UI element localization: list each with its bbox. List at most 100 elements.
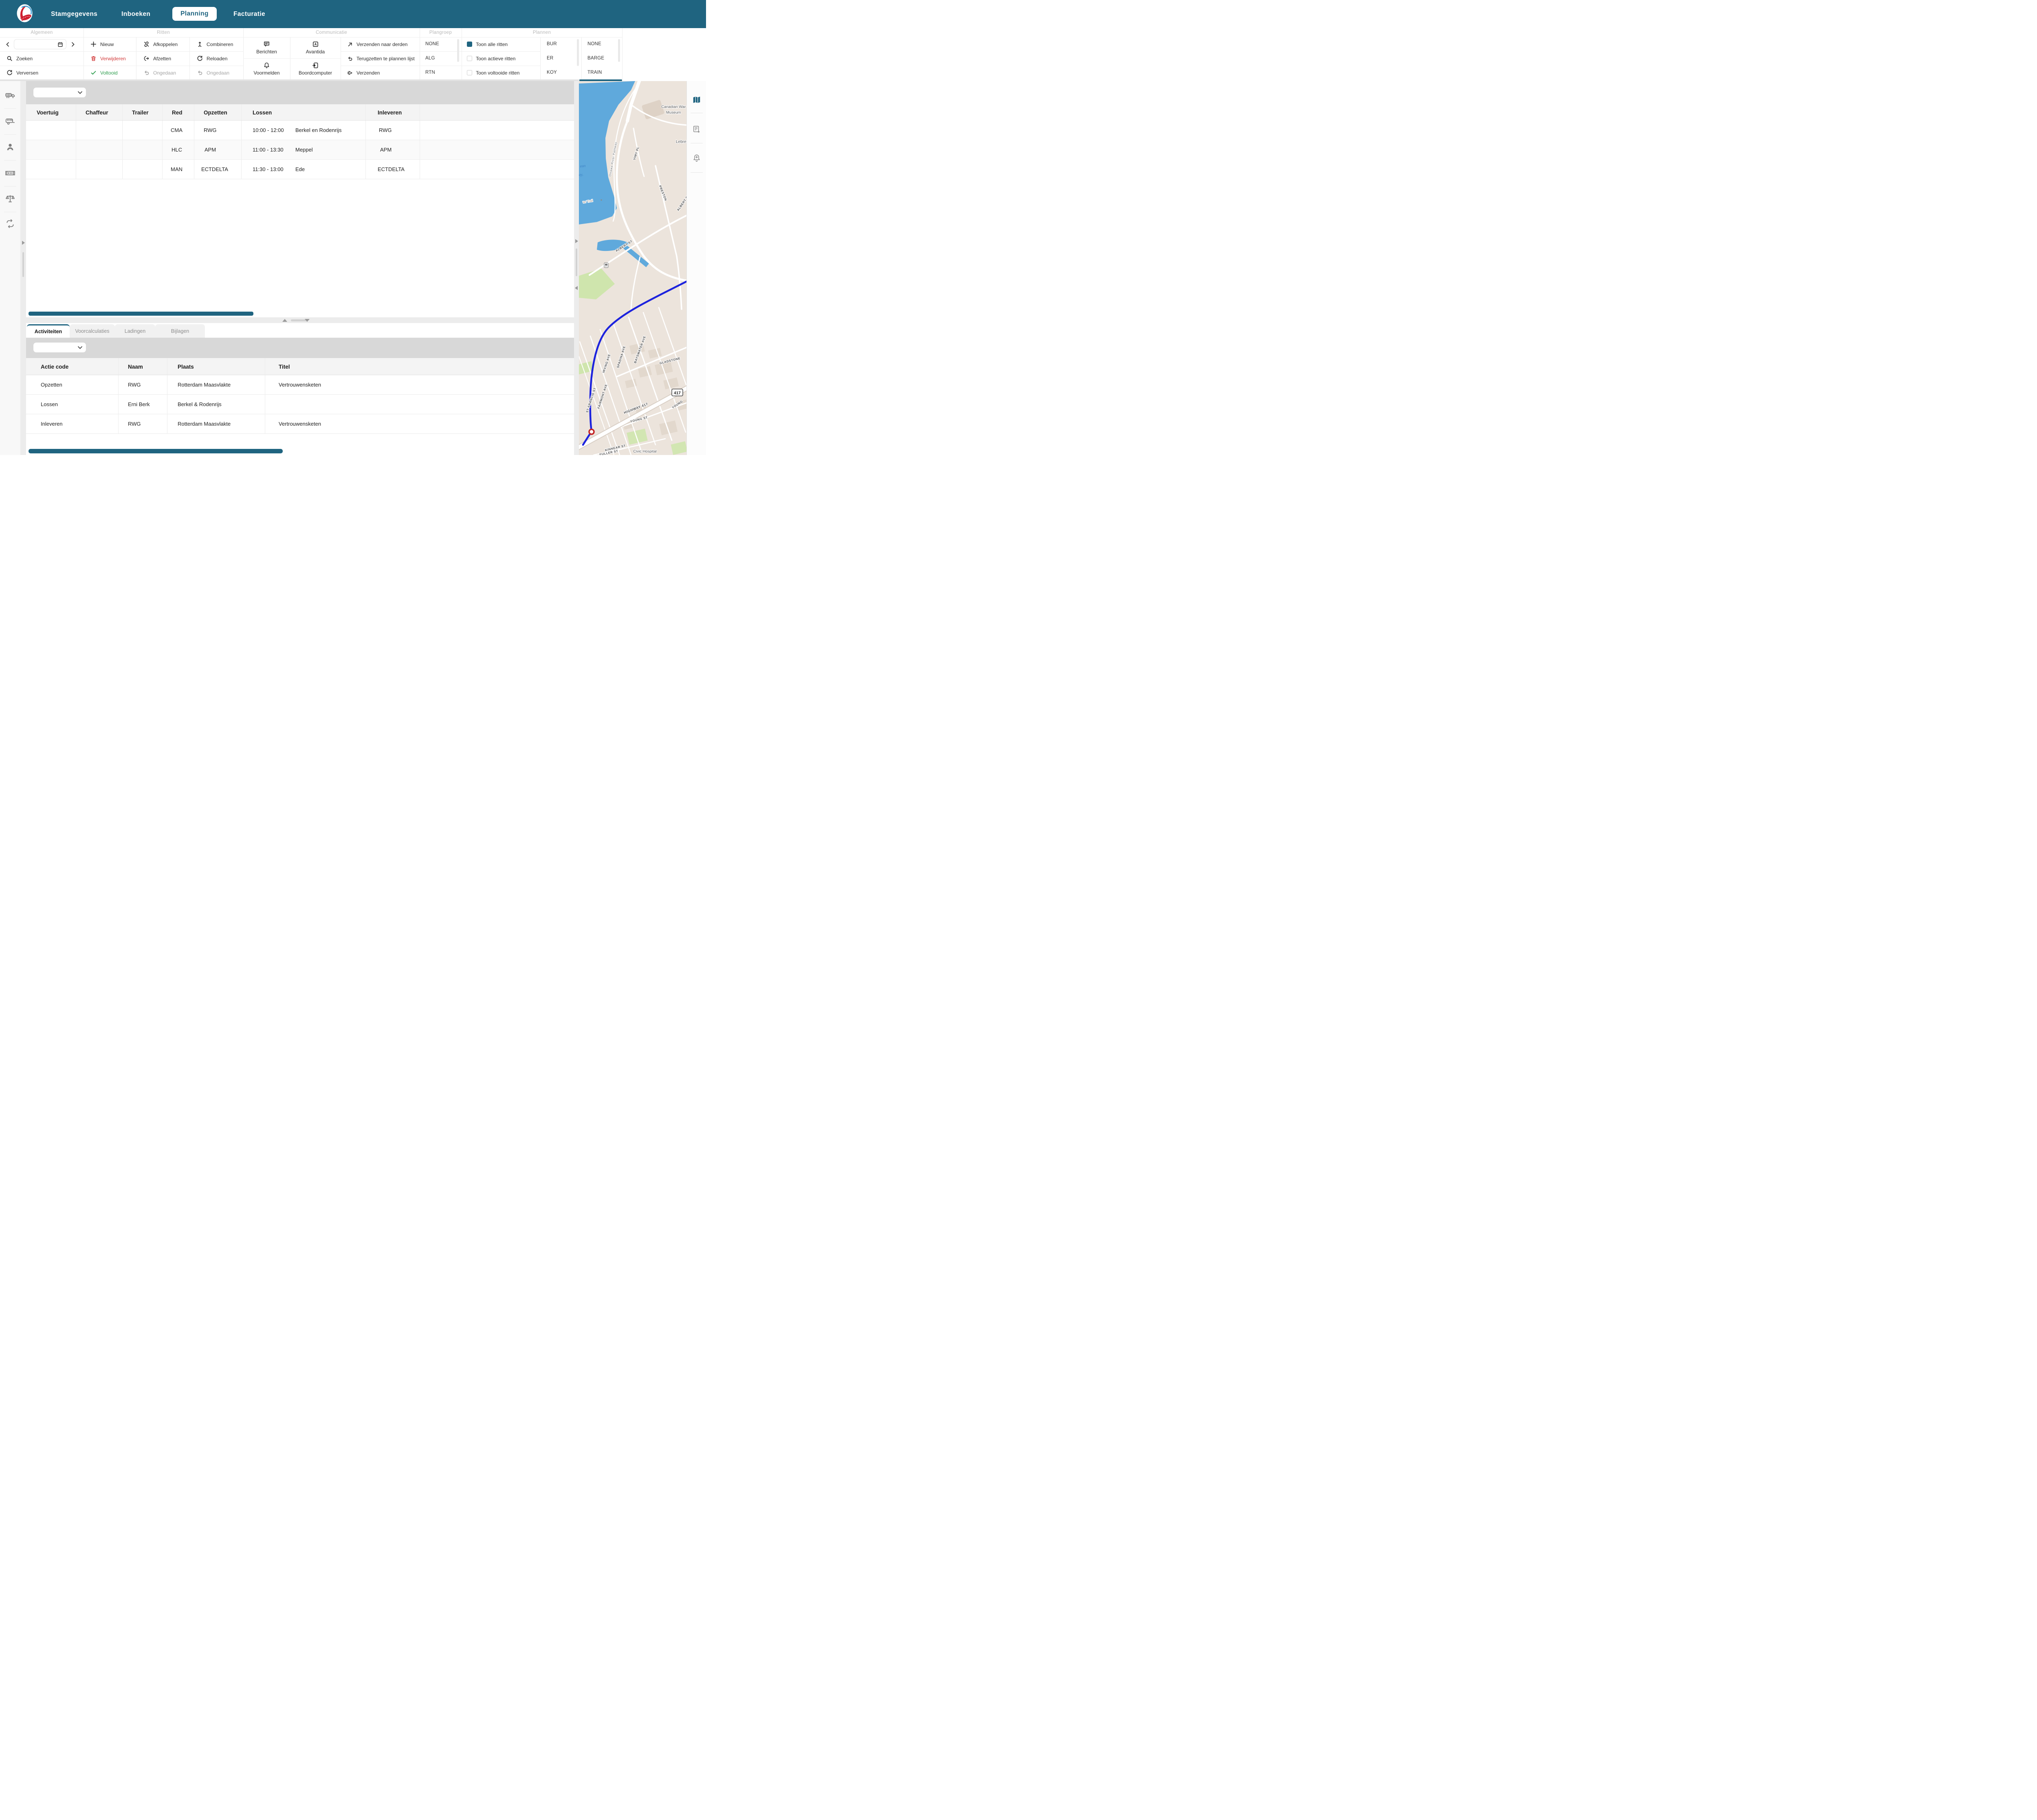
planning-filter-dropdown[interactable]: [33, 88, 86, 97]
voormelden-button[interactable]: Voormelden: [243, 58, 290, 79]
expand-left-panel-icon[interactable]: [22, 241, 25, 245]
chevron-down-icon: [78, 91, 82, 94]
cell-red: CMA: [171, 121, 183, 140]
planning-row-3[interactable]: MAN ECTDELTA 11:30 - 13:00 Ede ECTDELTA: [26, 160, 574, 179]
order-list-add-icon[interactable]: [692, 125, 701, 134]
activity-row-3[interactable]: Inleveren RWG Rotterdam Maasvlakte Vertr…: [26, 414, 574, 434]
planning-row-2[interactable]: HLC APM 11:00 - 13:30 Meppel APM: [26, 140, 574, 160]
notification-add-icon[interactable]: [692, 154, 701, 163]
prev-date-icon[interactable]: [5, 42, 10, 47]
col-titel: Titel: [279, 358, 290, 375]
planning-hscroll-thumb[interactable]: [29, 312, 253, 316]
combineren-button[interactable]: Combineren: [197, 37, 233, 51]
boordcomputer-button[interactable]: Boordcomputer: [290, 58, 341, 79]
map-canvas[interactable]: 417 Ottawa River Pathway VIMY PL PRESTON…: [579, 81, 686, 455]
berichten-button[interactable]: Berichten: [243, 37, 290, 58]
bell-icon: [263, 62, 270, 69]
col-opzetten: Opzetten: [204, 104, 227, 121]
voltooid-button[interactable]: Voltooid: [90, 66, 118, 80]
ongedaan-button-2[interactable]: Ongedaan: [197, 66, 229, 80]
cell-plaats: Berkel & Rodenrijs: [178, 395, 222, 414]
terugzetten-button[interactable]: Terugzetten te plannen lijst: [347, 51, 415, 66]
ongedaan-button-1[interactable]: Ongedaan: [143, 66, 176, 80]
plannen-modal-train[interactable]: TRAIN: [587, 70, 602, 75]
nav-item-stamgegevens[interactable]: Stamgegevens: [51, 0, 97, 28]
cell-lossen-plaats: Berkel en Rodenrijs: [295, 121, 341, 140]
toon-alle-ritten-checkbox[interactable]: [467, 42, 472, 47]
afkoppelen-button[interactable]: Afkoppelen: [143, 37, 178, 51]
ribbon-group-ritten: Ritten: [84, 28, 243, 37]
return-icon: [347, 56, 353, 62]
cell-lossen-plaats: Ede: [295, 160, 305, 179]
plangroep-item-none[interactable]: NONE: [425, 42, 439, 46]
reloaden-button[interactable]: Reloaden: [197, 51, 227, 66]
map-splitter-handle[interactable]: [576, 248, 577, 276]
col-trailer: Trailer: [132, 104, 149, 121]
swap-icon[interactable]: [5, 218, 15, 229]
nav-item-inboeken[interactable]: Inboeken: [121, 0, 150, 28]
tab-bijlagen[interactable]: Bijlagen: [155, 324, 205, 338]
cell-titel: Vertrouwensketen: [279, 414, 321, 433]
activity-row-1[interactable]: Opzetten RWG Rotterdam Maasvlakte Vertro…: [26, 375, 574, 395]
detail-filter-dropdown[interactable]: [33, 343, 86, 352]
avantida-button[interactable]: A Avantida: [290, 37, 341, 58]
map-splitter[interactable]: [574, 81, 579, 455]
cell-naam: RWG: [128, 414, 141, 433]
container-icon[interactable]: [5, 168, 15, 178]
toon-alle-ritten-label: Toon alle ritten: [476, 42, 508, 47]
plangroep-item-rtn[interactable]: RTN: [425, 70, 435, 75]
collapse-down-icon[interactable]: [305, 319, 310, 322]
label-water-frag2: ay,: [579, 173, 583, 177]
date-input[interactable]: [14, 39, 66, 49]
trailer-icon[interactable]: [5, 116, 15, 127]
left-splitter-handle[interactable]: [22, 252, 24, 277]
toon-actieve-ritten-checkbox[interactable]: [467, 56, 472, 61]
plannen-groep-scrollbar[interactable]: [577, 39, 579, 66]
nav-item-planning-active[interactable]: Planning: [172, 7, 217, 21]
activities-hscroll-thumb[interactable]: [29, 449, 283, 453]
plannen-modal-barge[interactable]: BARGE: [587, 56, 604, 61]
expand-map-icon[interactable]: [575, 239, 578, 243]
nav-item-facturatie[interactable]: Facturatie: [233, 0, 265, 28]
tab-activiteiten[interactable]: Activiteiten: [27, 324, 70, 338]
plannen-modal-none[interactable]: NONE: [587, 42, 601, 46]
tab-voorcalculaties[interactable]: Voorcalculaties: [70, 324, 115, 338]
nieuw-button[interactable]: Nieuw: [90, 37, 114, 51]
route-end-marker[interactable]: [589, 429, 594, 434]
plangroep-scrollbar[interactable]: [457, 39, 459, 62]
verwijderen-button[interactable]: Verwijderen: [90, 51, 126, 66]
cell-inleveren: APM: [380, 140, 392, 159]
next-date-icon[interactable]: [71, 42, 75, 47]
collapse-up-icon[interactable]: [282, 319, 287, 322]
tab-ladingen[interactable]: Ladingen: [115, 324, 155, 338]
plannen-groep-bur[interactable]: BUR: [547, 42, 557, 46]
panel-splitter[interactable]: [26, 317, 574, 323]
activity-row-2[interactable]: Lossen Erni Berk Berkel & Rodenrijs: [26, 395, 574, 414]
verzenden-button[interactable]: Verzenden: [347, 66, 380, 80]
cell-actie-code: Lossen: [41, 395, 58, 414]
verzenden-naar-derden-button[interactable]: Verzenden naar derden: [347, 37, 407, 51]
undo-icon: [143, 70, 150, 76]
plannen-groep-koy[interactable]: KOY: [547, 70, 557, 75]
collapse-map-icon[interactable]: [575, 286, 578, 290]
zoeken-button[interactable]: Zoeken: [7, 51, 33, 66]
cell-naam: Erni Berk: [128, 395, 150, 414]
map-view-icon[interactable]: [692, 95, 701, 104]
plannen-modal-scrollbar[interactable]: [618, 39, 620, 62]
planning-row-1[interactable]: CMA RWG 10:00 - 12:00 Berkel en Rodenrij…: [26, 121, 574, 140]
driver-icon[interactable]: [5, 142, 15, 152]
left-splitter[interactable]: [20, 81, 26, 455]
trash-icon: [90, 55, 97, 62]
scale-icon[interactable]: [5, 193, 15, 204]
send-icon: [347, 70, 353, 76]
onboard-computer-icon: [312, 62, 319, 69]
afzetten-button[interactable]: Afzetten: [143, 51, 171, 66]
cell-naam: RWG: [128, 375, 141, 394]
vehicles-icon[interactable]: [5, 90, 15, 101]
ribbon-group-plannen: Plannen: [462, 28, 622, 37]
verversen-button[interactable]: Verversen: [7, 66, 38, 80]
cell-inleveren: ECTDELTA: [378, 160, 405, 179]
plangroep-item-alg[interactable]: ALG: [425, 56, 435, 61]
plannen-groep-er[interactable]: ER: [547, 56, 553, 61]
toon-voltooide-ritten-checkbox[interactable]: [467, 70, 472, 75]
